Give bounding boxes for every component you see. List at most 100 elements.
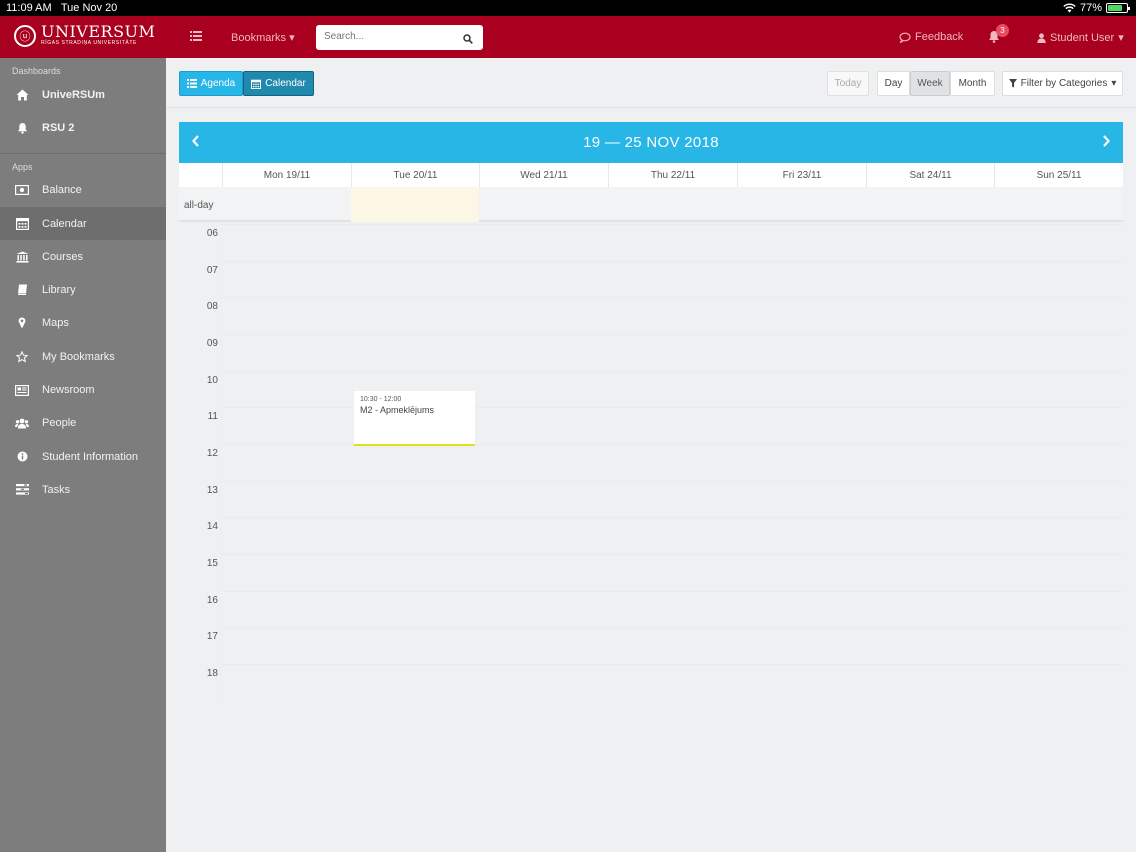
sidebar-item-maps[interactable]: Maps (0, 307, 166, 340)
logo-subtitle: RĪGAS STRADIŅA UNIVERSITĀTE (41, 40, 137, 46)
user-icon (1037, 32, 1046, 43)
ios-status-bar: 11:09 AM Tue Nov 20 77% (0, 0, 1136, 16)
filter-by-categories-dropdown[interactable]: Filter by Categories ▾ (1002, 71, 1123, 96)
day-header-sat: Sat 24/11 (866, 163, 994, 187)
gridline (221, 334, 1123, 335)
top-navbar: ⓤ UNIVERSUM RĪGAS STRADIŅA UNIVERSITĀTE … (0, 16, 1136, 58)
gridline (221, 316, 1123, 317)
users-icon (14, 416, 30, 430)
event-time: 10:30 - 12:00 (360, 396, 402, 403)
gridline (221, 389, 1123, 390)
toolbar-divider (166, 107, 1136, 108)
home-icon (14, 88, 30, 102)
logo-emblem-icon: ⓤ (14, 24, 36, 47)
caret-down-icon: ▾ (289, 32, 295, 44)
filter-icon (1008, 79, 1017, 88)
search-input[interactable] (324, 25, 454, 48)
sidebar-item-my-bookmarks[interactable]: My Bookmarks (0, 340, 166, 373)
gridline (221, 517, 1123, 518)
status-right: 77% (1063, 2, 1130, 14)
event-title: M2 - Apmeklējums (360, 405, 435, 415)
day-headers: Mon 19/11 Tue 20/11 Wed 21/11 Thu 22/11 … (179, 163, 1123, 187)
bookmarks-dropdown[interactable]: Bookmarks ▾ (231, 31, 295, 44)
hour-label: 12 (206, 448, 218, 459)
gridline (221, 499, 1123, 500)
gridline (221, 279, 1123, 280)
search-icon[interactable] (463, 31, 473, 49)
allday-today-cell[interactable] (351, 187, 479, 222)
day-header-thu: Thu 22/11 (608, 163, 737, 187)
list-icon (186, 79, 197, 88)
gridline (221, 591, 1123, 592)
menu-toggle-icon[interactable] (190, 28, 202, 45)
notifications-badge[interactable]: 3 (996, 24, 1009, 37)
day-header-wed: Wed 21/11 (479, 163, 608, 187)
sidebar-item-tasks[interactable]: Tasks (0, 473, 166, 506)
book-icon (14, 283, 30, 297)
gridline (221, 481, 1123, 482)
sidebar-section-dashboards: Dashboards (12, 66, 61, 76)
hour-label: 09 (206, 338, 218, 349)
comment-icon (899, 32, 911, 43)
day-header-mon: Mon 19/11 (222, 163, 351, 187)
sidebar-item-student-information[interactable]: Student Information (0, 440, 166, 473)
hour-label: 16 (206, 595, 218, 606)
info-icon (14, 450, 30, 464)
gridline (221, 646, 1123, 647)
calendar-range-title: 19 — 25 NOV 2018 (583, 134, 719, 151)
calendar-icon (251, 79, 262, 89)
main-content: Agenda Calendar Today Day Week Month Fil… (166, 58, 1136, 852)
week-calendar: 19 — 25 NOV 2018 Mon 19/11 Tue 20/11 Wed… (179, 122, 1123, 702)
sidebar-item-univeRSUm[interactable]: UniveRSUm (0, 78, 166, 111)
hour-label: 13 (206, 485, 218, 496)
gridline (221, 664, 1123, 665)
gridline (221, 261, 1123, 262)
hour-label: 06 (206, 228, 218, 239)
gridline (221, 297, 1123, 298)
gridline (221, 462, 1123, 463)
star-icon (14, 350, 30, 364)
day-header-sun: Sun 25/11 (994, 163, 1123, 187)
month-view-button[interactable]: Month (950, 71, 995, 96)
today-button[interactable]: Today (827, 71, 869, 96)
sidebar-item-calendar[interactable]: Calendar (0, 206, 166, 241)
calendar-event[interactable]: 10:30 - 12:00 M2 - Apmeklējums (354, 391, 475, 446)
gridline (221, 554, 1123, 555)
day-header-fri: Fri 23/11 (737, 163, 866, 187)
universum-logo[interactable]: ⓤ UNIVERSUM RĪGAS STRADIŅA UNIVERSITĀTE (14, 24, 155, 47)
gridline (221, 371, 1123, 372)
hour-label: 08 (206, 301, 218, 312)
gridline (221, 536, 1123, 537)
map-marker-icon (14, 316, 30, 330)
sidebar-item-balance[interactable]: Balance (0, 174, 166, 207)
calendar-view-button[interactable]: Calendar (243, 71, 314, 96)
hour-label: 07 (206, 265, 218, 276)
hour-label: 11 (207, 411, 218, 422)
bell-icon (14, 121, 30, 135)
battery-percent: 77% (1079, 2, 1102, 14)
hour-label: 10 (206, 375, 218, 386)
hour-label: 14 (206, 521, 218, 532)
sidebar-item-rsu2[interactable]: RSU 2 (0, 111, 166, 144)
agenda-view-button[interactable]: Agenda (179, 71, 243, 96)
time-grid[interactable]: 06 07 08 09 10 11 12 13 14 15 16 17 18 1… (179, 224, 1123, 702)
user-menu[interactable]: Student User ▾ (1037, 31, 1124, 44)
calendar-icon (14, 217, 30, 231)
sidebar-section-apps: Apps (12, 161, 33, 172)
sidebar-item-courses[interactable]: Courses (0, 240, 166, 273)
sidebar-item-library[interactable]: Library (0, 273, 166, 306)
next-week-chevron-right-icon[interactable] (1101, 132, 1111, 153)
gridline (221, 627, 1123, 628)
allday-row: all-day (179, 187, 1123, 222)
feedback-link[interactable]: Feedback (899, 31, 963, 43)
week-view-button[interactable]: Week (910, 71, 950, 96)
allday-label: all-day (184, 200, 214, 211)
day-view-button[interactable]: Day (877, 71, 910, 96)
battery-icon (1106, 3, 1130, 13)
institution-icon (14, 250, 30, 264)
status-time: 11:09 AM Tue Nov 20 (6, 2, 118, 14)
hour-label: 17 (206, 631, 218, 642)
sidebar-item-people[interactable]: People (0, 407, 166, 440)
sidebar-item-newsroom[interactable]: Newsroom (0, 373, 166, 406)
caret-down-icon: ▾ (1118, 32, 1124, 44)
